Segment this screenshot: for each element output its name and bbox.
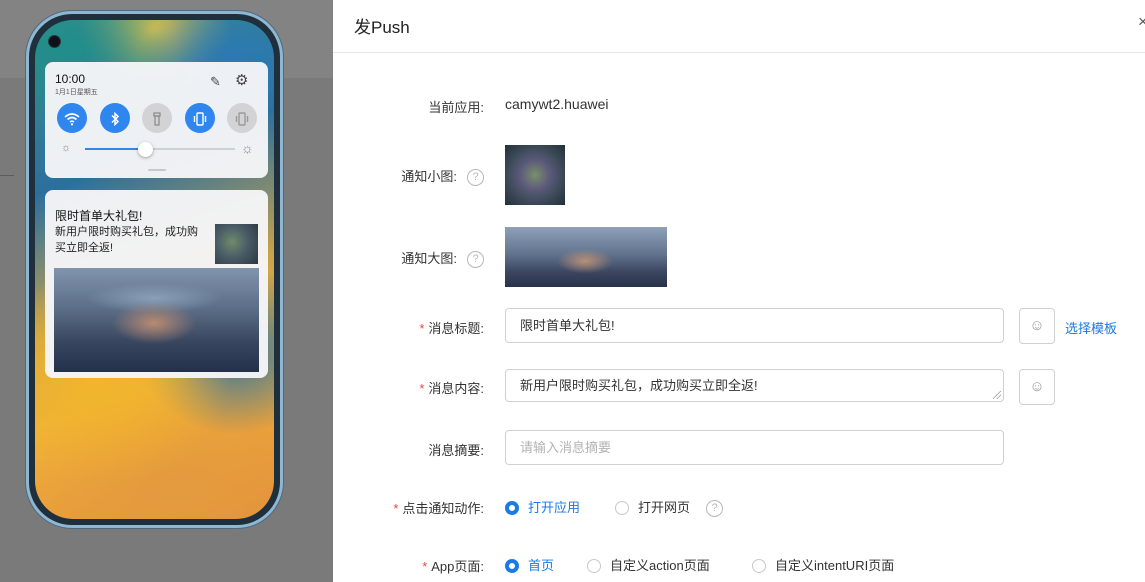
brightness-slider <box>85 148 235 150</box>
vibrate-icon <box>185 103 215 133</box>
flashlight-icon <box>142 103 172 133</box>
quick-settings-panel: 10:00 1月1日星期五 ✎ ⚙ ☼ ☼ <box>45 62 268 178</box>
notification-title: 限时首单大礼包! <box>55 209 143 223</box>
large-image-label: 通知大图: <box>401 251 457 266</box>
message-title-input[interactable]: 限时首单大礼包! <box>505 308 1004 343</box>
clock-time: 10:00 <box>55 72 86 86</box>
select-template-link[interactable]: 选择模板 <box>1065 318 1117 337</box>
required-mark: * <box>422 559 428 574</box>
message-content-label: 消息内容: <box>428 381 484 396</box>
click-action-label: 点击通知动作: <box>402 501 484 516</box>
required-mark: * <box>419 381 425 396</box>
panel-drag-handle <box>148 169 166 171</box>
radio-button[interactable] <box>615 500 629 515</box>
push-dialog: 发Push × 当前应用: camywt2.huawei 通知小图:? 通知大图… <box>333 0 1145 582</box>
notification-preview: 限时首单大礼包! 新用户限时购买礼包，成功购买立即全返! <box>45 190 268 378</box>
radio-custom-action-page[interactable]: 自定义action页面 <box>587 555 710 574</box>
radio-home-page[interactable]: 首页 <box>505 555 554 574</box>
edit-icon: ✎ <box>210 74 221 89</box>
radio-open-app[interactable]: 打开应用 <box>505 497 580 516</box>
resize-handle-icon[interactable] <box>993 391 1001 399</box>
small-image-preview[interactable] <box>505 145 565 205</box>
small-image-label: 通知小图: <box>401 169 457 184</box>
message-content-textarea[interactable]: 新用户限时购买礼包，成功购买立即全返! <box>505 369 1004 402</box>
radio-button[interactable] <box>505 558 519 573</box>
required-mark: * <box>419 321 425 336</box>
radio-button[interactable] <box>587 558 601 573</box>
clock-date: 1月1日星期五 <box>55 89 98 96</box>
radio-label: 首页 <box>528 558 555 573</box>
message-summary-input[interactable]: 请输入消息摘要 <box>505 430 1004 465</box>
message-content-value: 新用户限时购买礼包，成功购买立即全返! <box>520 378 758 393</box>
radio-label: 自定义intentURI页面 <box>775 558 895 573</box>
close-icon[interactable]: × <box>1138 12 1145 32</box>
message-content-label-row: * 消息内容: <box>419 378 484 397</box>
radio-open-webpage[interactable]: 打开网页? <box>615 497 724 518</box>
radio-custom-intenturi-page[interactable]: 自定义intentURI页面 <box>752 555 894 574</box>
message-summary-label: 消息摘要: <box>428 443 484 458</box>
help-icon[interactable]: ? <box>467 169 484 187</box>
help-icon[interactable]: ? <box>706 500 724 518</box>
brightness-slider-knob <box>138 142 153 157</box>
auto-rotate-icon <box>227 103 257 133</box>
app-page-label: App页面: <box>431 559 484 574</box>
radio-label: 打开网页 <box>638 500 691 515</box>
emoji-icon[interactable]: ☺ <box>1019 308 1055 344</box>
dialog-title: 发Push <box>354 18 410 37</box>
app-page-label-row: * App页面: <box>422 556 484 575</box>
background-divider <box>0 175 14 176</box>
current-app-label: 当前应用: <box>428 100 484 115</box>
camera-hole <box>49 36 60 47</box>
radio-label: 自定义action页面 <box>610 558 710 573</box>
notification-large-image <box>54 268 259 372</box>
phone-screen: 10:00 1月1日星期五 ✎ ⚙ ☼ ☼ 限时首单大礼包! 新用户限时购买礼包… <box>35 20 274 519</box>
notification-body: 新用户限时购买礼包，成功购买立即全返! <box>55 226 198 254</box>
large-image-label-row: 通知大图:? <box>401 248 484 269</box>
radio-button[interactable] <box>752 558 766 573</box>
bluetooth-icon <box>100 103 130 133</box>
radio-button[interactable] <box>505 500 519 515</box>
message-title-label-row: * 消息标题: <box>419 318 484 337</box>
brightness-low-icon: ☼ <box>61 142 72 154</box>
dialog-header: 发Push × <box>333 0 1145 53</box>
large-image-preview[interactable] <box>505 227 667 287</box>
radio-label: 打开应用 <box>528 500 581 515</box>
small-image-label-row: 通知小图:? <box>401 166 484 187</box>
brightness-slider-fill <box>85 148 145 150</box>
click-action-label-row: * 点击通知动作: <box>393 498 484 517</box>
emoji-icon[interactable]: ☺ <box>1019 369 1055 405</box>
notification-small-image <box>215 224 258 264</box>
wifi-icon <box>57 103 87 133</box>
required-mark: * <box>393 501 399 516</box>
brightness-high-icon: ☼ <box>241 140 254 156</box>
gear-icon: ⚙ <box>235 72 249 89</box>
message-title-label: 消息标题: <box>428 321 484 336</box>
current-app-value: camywt2.huawei <box>505 96 609 112</box>
phone-preview: 10:00 1月1日星期五 ✎ ⚙ ☼ ☼ 限时首单大礼包! 新用户限时购买礼包… <box>26 11 283 528</box>
help-icon[interactable]: ? <box>467 251 484 269</box>
